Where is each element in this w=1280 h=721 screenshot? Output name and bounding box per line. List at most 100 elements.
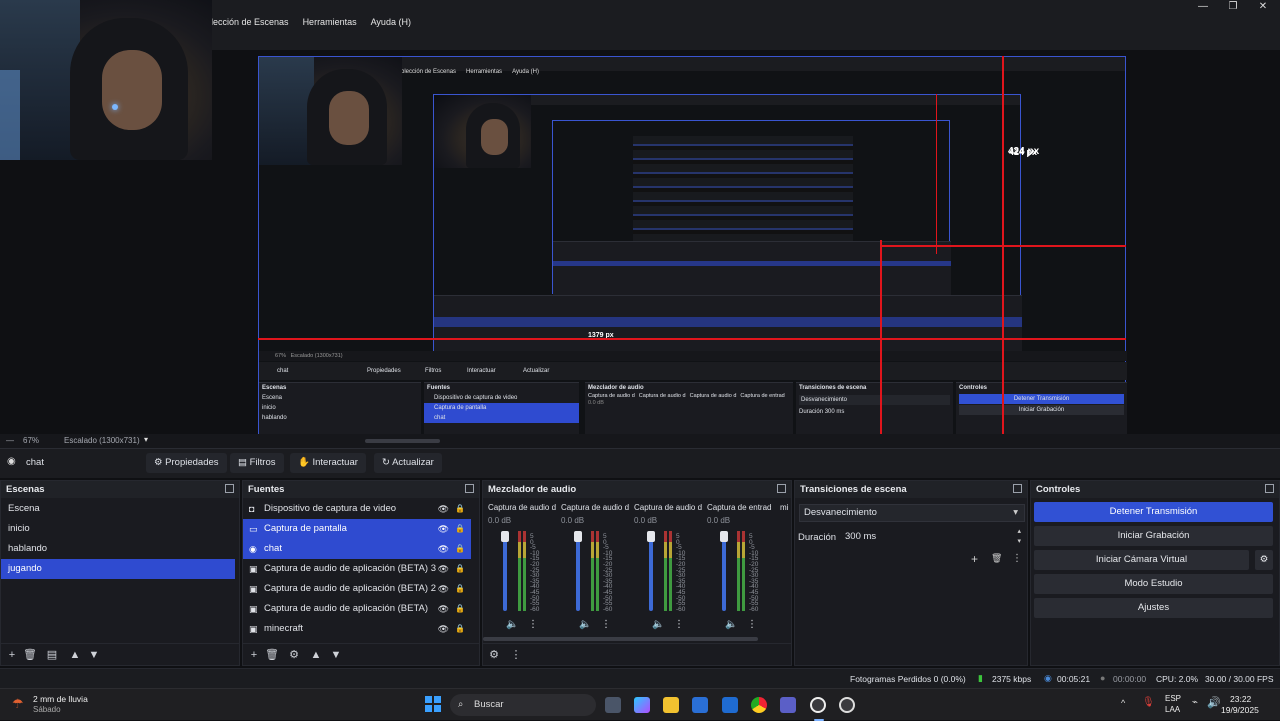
trash-icon[interactable]: 🗑 <box>23 648 37 662</box>
transition-select[interactable]: Desvanecimiento ▾ <box>799 504 1025 522</box>
eye-icon[interactable]: 👁 <box>438 519 449 539</box>
microphone-icon[interactable]: 🎙 <box>1142 697 1155 708</box>
chrome-icon[interactable] <box>751 697 767 713</box>
copilot-icon[interactable] <box>634 697 650 713</box>
scaled-resolution[interactable]: Escalado (1300x731) <box>64 436 140 445</box>
lock-icon[interactable]: 🔒 <box>455 539 465 559</box>
weather-icon[interactable]: ☂ <box>12 696 24 712</box>
scene-item[interactable]: inicio <box>1 519 239 539</box>
settings-button[interactable]: Ajustes <box>1034 598 1273 618</box>
volume-fader[interactable] <box>649 533 653 611</box>
chevron-up-icon[interactable]: ^ <box>1121 698 1125 708</box>
stop-stream-button[interactable]: Detener Transmisión <box>1034 502 1273 522</box>
volume-fader-knob[interactable] <box>720 531 728 542</box>
refresh-button[interactable]: ↻ Actualizar <box>374 453 442 473</box>
lock-icon[interactable]: 🔒 <box>455 579 465 599</box>
source-item-selected[interactable]: ◉ chat 👁 🔒 <box>243 539 471 559</box>
mute-icon[interactable]: 🔈 <box>652 619 664 630</box>
source-item[interactable]: ▣ Captura de audio de aplicación (BETA) 👁 🔒 <box>243 599 471 619</box>
duration-input[interactable]: 300 ms ▴ ▾ <box>841 528 1025 546</box>
eye-icon[interactable]: 👁 <box>438 579 449 599</box>
source-item[interactable]: ▣ minecraft 👁 🔒 <box>243 619 471 639</box>
obs-icon[interactable] <box>810 697 826 713</box>
mixer-horizontal-scrollbar[interactable] <box>483 637 758 641</box>
eye-icon[interactable]: 👁 <box>438 619 449 639</box>
task-view-icon[interactable] <box>605 697 621 713</box>
volume-fader[interactable] <box>503 533 507 611</box>
network-icon[interactable]: ⌁ <box>1192 697 1198 708</box>
more-icon[interactable]: ⋮ <box>1012 553 1022 564</box>
undock-icon[interactable] <box>225 484 234 493</box>
chevron-up-icon[interactable]: ▲ <box>68 648 82 662</box>
volume-fader-knob[interactable] <box>647 531 655 542</box>
undock-icon[interactable] <box>777 484 786 493</box>
source-item[interactable]: ▣ Captura de audio de aplicación (BETA) 2… <box>243 579 471 599</box>
more-icon[interactable]: ⋮ <box>747 619 757 630</box>
chevron-down-icon[interactable]: ▼ <box>329 648 343 662</box>
undock-icon[interactable] <box>1265 484 1274 493</box>
gear-icon[interactable]: ⚙ <box>487 648 501 662</box>
more-icon[interactable]: ⋮ <box>601 619 611 630</box>
properties-button[interactable]: ⚙ Propiedades <box>146 453 227 473</box>
lock-icon[interactable]: 🔒 <box>455 559 465 579</box>
start-recording-button[interactable]: Iniciar Grabación <box>1034 526 1273 546</box>
chevron-down-icon[interactable]: ▼ <box>87 648 101 662</box>
undock-icon[interactable] <box>465 484 474 493</box>
weather-text[interactable]: 2 mm de lluvia <box>33 694 88 704</box>
teams-icon[interactable] <box>780 697 796 713</box>
add-icon[interactable]: + <box>247 648 261 662</box>
lock-icon[interactable]: 🔒 <box>455 619 465 639</box>
mute-icon[interactable]: 🔈 <box>579 619 591 630</box>
scene-item[interactable]: hablando <box>1 539 239 559</box>
volume-fader-knob[interactable] <box>574 531 582 542</box>
more-icon[interactable]: ⋮ <box>528 619 538 630</box>
media-player-icon[interactable] <box>839 697 855 713</box>
undock-icon[interactable] <box>1013 484 1022 493</box>
menu-item-tools[interactable]: Herramientas <box>303 17 357 27</box>
taskbar-search[interactable]: ⌕ Buscar <box>450 694 596 716</box>
interact-button[interactable]: ✋ Interactuar <box>290 453 366 473</box>
trash-icon[interactable]: 🗑 <box>991 553 1002 564</box>
eye-icon[interactable]: 👁 <box>438 499 449 519</box>
lock-icon[interactable]: 🔒 <box>455 519 465 539</box>
windows-start-icon[interactable] <box>425 696 441 712</box>
clock-time[interactable]: 23:22 <box>1230 694 1251 704</box>
studio-mode-button[interactable]: Modo Estudio <box>1034 574 1273 594</box>
mute-icon[interactable]: 🔈 <box>506 619 518 630</box>
scene-item-selected[interactable]: jugando <box>1 559 235 579</box>
source-item[interactable]: ▣ Captura de audio de aplicación (BETA) 3… <box>243 559 471 579</box>
volume-fader-knob[interactable] <box>501 531 509 542</box>
minimize-button[interactable]: — <box>1188 0 1218 14</box>
trash-icon[interactable]: 🗑 <box>265 648 279 662</box>
volume-icon[interactable]: 🔊 <box>1207 696 1221 709</box>
more-icon[interactable]: ⋮ <box>509 648 523 662</box>
volume-fader[interactable] <box>576 533 580 611</box>
eye-icon[interactable]: 👁 <box>438 539 449 559</box>
store-icon[interactable] <box>692 697 708 713</box>
filter-icon[interactable]: ▤ <box>45 648 59 662</box>
chevron-down-icon[interactable]: ▾ <box>144 435 148 444</box>
close-button[interactable]: ✕ <box>1248 0 1278 14</box>
eye-icon[interactable]: 👁 <box>438 559 449 579</box>
spin-down-icon[interactable]: ▾ <box>1017 533 1021 551</box>
lock-icon[interactable]: 🔒 <box>455 499 465 519</box>
scene-item[interactable]: Escena <box>1 499 239 519</box>
clock-date[interactable]: 19/9/2025 <box>1221 705 1259 715</box>
gear-icon[interactable]: ⚙ <box>287 648 301 662</box>
eye-icon[interactable]: 👁 <box>438 599 449 619</box>
filters-button[interactable]: ▤ Filtros <box>230 453 284 473</box>
menu-item-scene-collection[interactable]: olección de Escenas <box>206 17 289 27</box>
virtual-camera-settings-button[interactable]: ⚙ <box>1255 550 1273 570</box>
file-explorer-icon[interactable] <box>663 697 679 713</box>
more-icon[interactable]: ⋮ <box>674 619 684 630</box>
volume-fader[interactable] <box>722 533 726 611</box>
chevron-up-icon[interactable]: ▲ <box>309 648 323 662</box>
maximize-button[interactable]: ❐ <box>1218 0 1248 14</box>
add-icon[interactable]: + <box>5 648 19 662</box>
lock-icon[interactable]: 🔒 <box>455 599 465 619</box>
horizontal-scrollbar[interactable] <box>365 439 440 443</box>
input-language[interactable]: ESP <box>1165 694 1181 703</box>
start-virtual-camera-button[interactable]: Iniciar Cámara Virtual <box>1034 550 1249 570</box>
menu-item-help[interactable]: Ayuda (H) <box>371 17 411 27</box>
add-icon[interactable]: + <box>971 552 978 566</box>
